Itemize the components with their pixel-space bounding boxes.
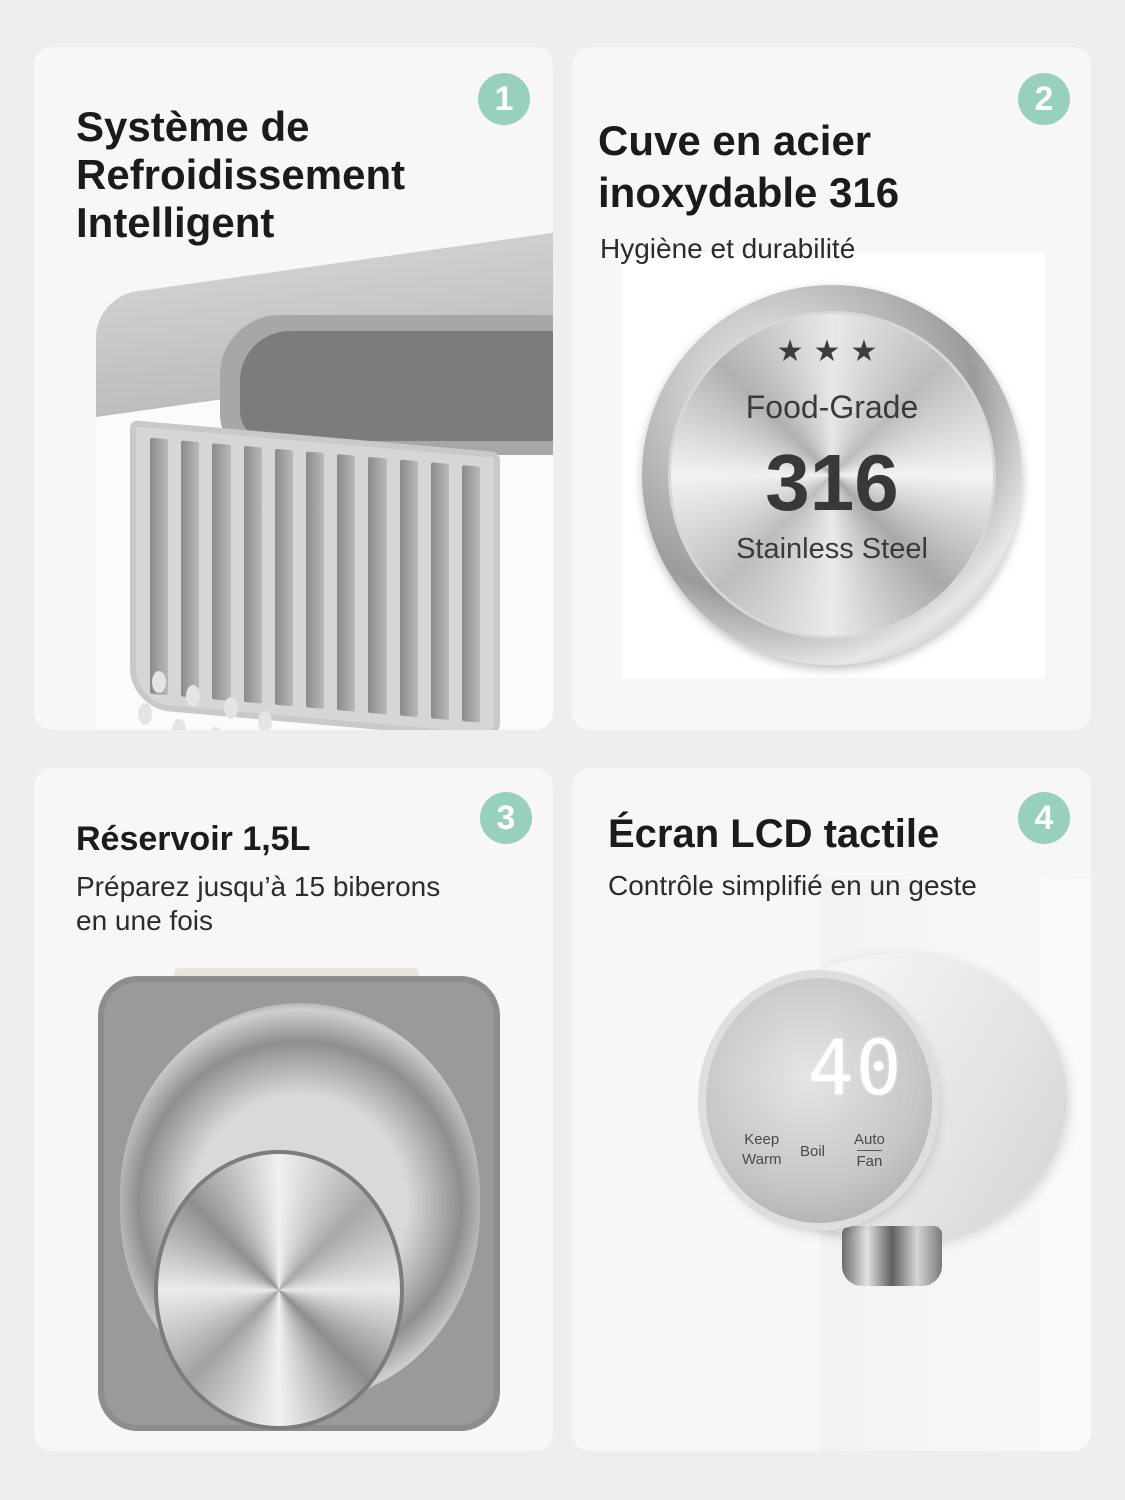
- button-label: Fan: [856, 1150, 883, 1172]
- seal-label-material: Stainless Steel: [736, 533, 928, 565]
- vent-slat: [274, 448, 293, 707]
- title-line: Cuve en acier: [598, 117, 872, 164]
- vent-slat: [212, 443, 231, 701]
- vent-slat: [243, 445, 262, 704]
- vent-hole: [224, 697, 238, 719]
- title-line: Refroidissement: [76, 151, 406, 198]
- seal-label-number: 316: [765, 438, 899, 527]
- vent-slat: [337, 454, 356, 712]
- auto-fan-button[interactable]: Auto Fan: [854, 1130, 885, 1173]
- step-badge: 3: [480, 792, 532, 844]
- seal-label-grade: Food-Grade: [745, 389, 919, 425]
- device-bowl: [240, 331, 553, 441]
- vent-slat: [181, 440, 200, 699]
- subtitle-line: Préparez jusqu’à 15 biberons: [76, 871, 441, 902]
- vent-slat: [305, 451, 325, 709]
- step-badge: 2: [1018, 73, 1070, 125]
- card-subtitle: Préparez jusqu’à 15 biberons en une fois: [76, 870, 440, 938]
- button-label: Boil: [800, 1143, 826, 1160]
- title-line: inoxydable 316: [598, 169, 900, 216]
- button-label: Warm: [742, 1151, 782, 1169]
- card-title: Système de Refroidissement Intelligent: [76, 103, 405, 247]
- vent-hole: [186, 685, 200, 707]
- title-line: Système de: [76, 103, 310, 150]
- cooling-vent: [130, 420, 500, 730]
- feature-card-steel-tank: ★★★ Food-Grade 316 Stainless Steel 2 Cuv…: [572, 47, 1091, 730]
- card-title: Écran LCD tactile: [608, 812, 940, 856]
- step-badge: 4: [1018, 792, 1070, 844]
- vent-hole: [152, 671, 166, 693]
- boil-button[interactable]: Boil: [800, 1142, 825, 1162]
- heating-plate: [154, 1150, 404, 1430]
- temperature-display: 40: [808, 1023, 904, 1112]
- vent-hole: [258, 711, 272, 730]
- button-label: Auto: [854, 1131, 885, 1148]
- vent-hole: [138, 703, 152, 725]
- button-label: Keep: [744, 1131, 780, 1148]
- vent-slat: [461, 465, 481, 723]
- feature-card-reservoir: 3 Réservoir 1,5L Préparez jusqu’à 15 bib…: [34, 768, 553, 1451]
- card-subtitle: Contrôle simplifié en un geste: [608, 870, 977, 901]
- card-title: Cuve en acier inoxydable 316: [598, 115, 899, 219]
- vent-slat: [150, 437, 169, 696]
- feature-card-cooling: 1 Système de Refroidissement Intelligent: [34, 47, 553, 730]
- keep-warm-button[interactable]: Keep Warm: [742, 1130, 781, 1171]
- step-badge: 1: [478, 73, 530, 125]
- subtitle-line: en une fois: [76, 905, 213, 936]
- feature-card-lcd: 40 Keep Warm Boil Auto Fan 4 Écran LCD t…: [572, 768, 1091, 1451]
- vent-slat: [430, 462, 449, 720]
- water-spout: [842, 1226, 942, 1286]
- title-line: Intelligent: [76, 199, 275, 246]
- vent-slat: [399, 459, 418, 718]
- card-subtitle: Hygiène et durabilité: [600, 233, 856, 264]
- card-title: Réservoir 1,5L: [76, 820, 311, 858]
- star-icons: ★★★: [776, 335, 888, 368]
- vent-slat: [368, 456, 387, 715]
